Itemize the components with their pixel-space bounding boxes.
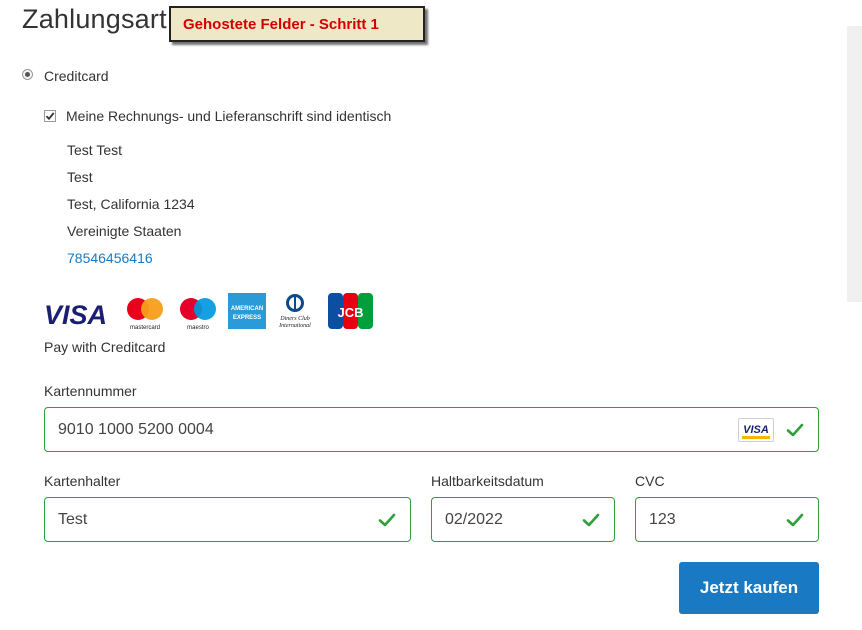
address-name: Test Test	[67, 142, 122, 158]
creditcard-radio[interactable]	[22, 69, 33, 80]
valid-check-icon	[582, 513, 600, 527]
address-country: Vereinigte Staaten	[67, 223, 182, 239]
page-title: Zahlungsart	[22, 4, 167, 34]
card-logos: VISA mastercard maestro AMERICAN EXPRESS…	[44, 292, 379, 332]
maestro-logo: maestro	[180, 298, 216, 331]
valid-check-icon	[786, 423, 804, 437]
expiry-input[interactable]: 02/2022	[431, 497, 615, 542]
amex-text-1: AMERICAN	[231, 306, 263, 312]
jcb-text: JCB	[337, 305, 363, 320]
same-address-checkbox[interactable]	[44, 110, 56, 122]
address-city: Test, California 1234	[67, 196, 195, 212]
diners-logo: Diners Club International	[278, 294, 311, 329]
valid-check-icon	[786, 513, 804, 527]
card-holder-input[interactable]: Test	[44, 497, 411, 542]
visa-chip-bar	[742, 436, 770, 439]
mastercard-text: mastercard	[130, 325, 160, 331]
maestro-text: maestro	[187, 325, 209, 331]
card-number-input[interactable]: 9010 1000 5200 0004 VISA	[44, 407, 819, 452]
amex-logo: AMERICAN EXPRESS	[228, 293, 266, 329]
card-number-value: 9010 1000 5200 0004	[58, 420, 214, 438]
card-number-label: Kartennummer	[44, 383, 137, 399]
mastercard-logo: mastercard	[127, 298, 163, 331]
cvc-label: CVC	[635, 473, 665, 489]
visa-logo: VISA	[44, 300, 107, 330]
card-holder-label: Kartenhalter	[44, 473, 121, 489]
amex-text-2: EXPRESS	[233, 315, 261, 321]
checkmark-icon	[45, 112, 55, 121]
address-phone-link[interactable]: 78546456416	[67, 250, 153, 266]
expiry-label: Haltbarkeitsdatum	[431, 473, 544, 489]
creditcard-radio-label[interactable]: Creditcard	[44, 68, 109, 84]
expiry-value: 02/2022	[445, 510, 503, 528]
same-address-label[interactable]: Meine Rechnungs- und Lieferanschrift sin…	[66, 108, 391, 124]
cvc-input[interactable]: 123	[635, 497, 819, 542]
visa-brand-icon: VISA	[738, 418, 774, 442]
scrollbar[interactable]	[847, 26, 862, 302]
diners-text-2: International	[278, 323, 311, 329]
radio-dot	[25, 72, 30, 77]
visa-text: VISA	[44, 300, 107, 330]
card-brands-icon: VISA mastercard maestro AMERICAN EXPRESS…	[44, 293, 373, 331]
jcb-logo: JCB	[328, 293, 373, 329]
diners-text-1: Diners Club	[279, 316, 310, 322]
address-street: Test	[67, 169, 93, 185]
valid-check-icon	[378, 513, 396, 527]
buy-now-button[interactable]: Jetzt kaufen	[679, 562, 819, 614]
visa-chip-text: VISA	[743, 424, 769, 436]
card-holder-value: Test	[58, 510, 88, 528]
pay-with-label: Pay with Creditcard	[44, 339, 166, 355]
cvc-value: 123	[649, 510, 676, 528]
annotation-note: Gehostete Felder - Schritt 1	[169, 6, 425, 42]
